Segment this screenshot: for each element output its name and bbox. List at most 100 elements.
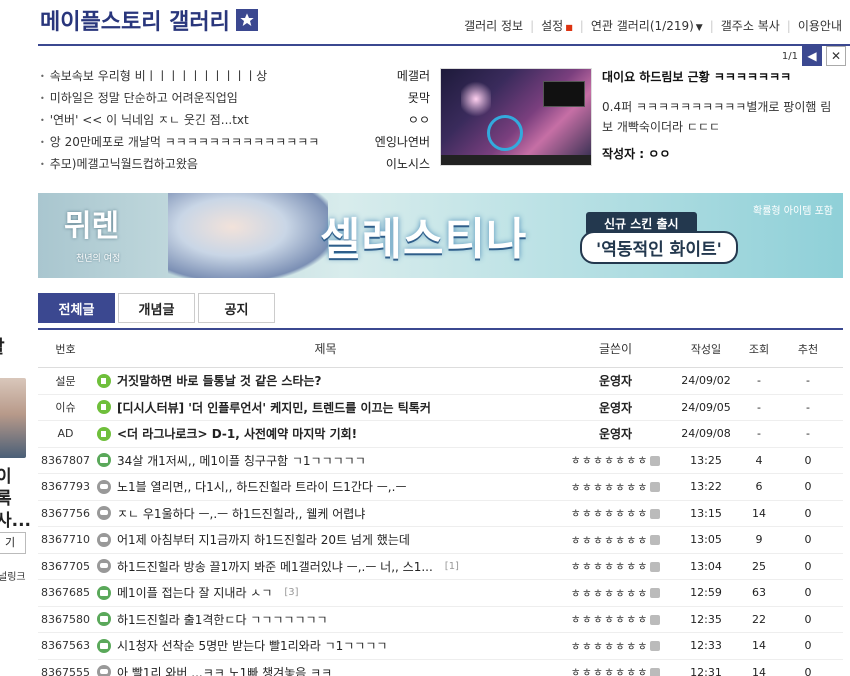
post-writer[interactable]: ㅎㅎㅎㅎㅎㅎㅎ	[558, 585, 673, 601]
post-writer[interactable]: ㅎㅎㅎㅎㅎㅎㅎ	[558, 532, 673, 548]
table-row[interactable]: 설문 거짓말하면 바로 들통날 것 같은 스타는? 운영자 24/09/02 - -	[38, 368, 843, 395]
post-recommend: 0	[804, 533, 812, 547]
gallery-title-wrap[interactable]: 메이플스토리 갤러리	[40, 4, 258, 36]
post-title-cell[interactable]: ㅈㄴ 우1울하다 ㅡ,.ㅡ 하1드진힐라,, 웰케 어렵냐	[93, 505, 558, 522]
featured-body[interactable]: 0.4퍼 ㅋㅋㅋㅋㅋㅋㅋㅋㅋㅋ별개로 팡이햄 림보 개빡숙이더라 ㄷㄷㄷ	[602, 97, 840, 137]
post-title-cell[interactable]: 하1드진힐라 방송 끌1까지 봐준 메1갤러있냐 ㅡ,.ㅡ 너,, 스1... […	[93, 558, 558, 575]
writer-name[interactable]: ㅎㅎㅎㅎㅎㅎㅎ	[571, 613, 649, 626]
nav-copy-address[interactable]: 갤주소 복사	[721, 17, 780, 34]
table-row[interactable]: 8367563 시1청자 선착순 5명만 받는다 빨1리와라 ㄱ1ㄱㄱㄱㄱ ㅎㅎㅎㅎ…	[38, 633, 843, 660]
table-row[interactable]: 8367555 아 빨1리 와버 ...ㅋㅋ 노1빠 챙겨놓음 ㅋㅋ ㅎㅎㅎㅎㅎㅎㅎ…	[38, 660, 843, 676]
post-title-cell[interactable]: 하1드진힐라 출1격한ㄷ다 ㄱㄱㄱㄱㄱㄱㄱ	[93, 611, 558, 628]
news-item[interactable]: 속보속보 우리형 비ㅣㅣㅣㅣㅣㅣㅣㅣㅣㅣ상 메갤러	[38, 64, 430, 86]
post-title-cell[interactable]: 어1제 아침부터 지1금까지 하1드진힐라 20트 넘게 했는데	[93, 531, 558, 548]
table-row[interactable]: 8367705 하1드진힐라 방송 끌1까지 봐준 메1갤러있냐 ㅡ,.ㅡ 너,,…	[38, 554, 843, 580]
member-badge-icon	[650, 455, 661, 466]
table-row[interactable]: AD <더 라그나로크> D-1, 사전예약 마지막 기회! 운영자 24/09/08…	[38, 421, 843, 448]
post-title[interactable]: <더 라그나로크> D-1, 사전예약 마지막 기회!	[117, 425, 357, 442]
gallery-title[interactable]: 메이플스토리 갤러리	[40, 4, 230, 36]
writer-name[interactable]: ㅎㅎㅎㅎㅎㅎㅎ	[571, 587, 649, 600]
writer-name[interactable]: ㅎㅎㅎㅎㅎㅎㅎ	[571, 481, 649, 494]
post-title[interactable]: ㅈㄴ 우1울하다 ㅡ,.ㅡ 하1드진힐라,, 웰케 어렵냐	[117, 505, 365, 522]
post-title[interactable]: 시1청자 선착순 5명만 받는다 빨1리와라 ㄱ1ㄱㄱㄱㄱ	[117, 637, 387, 654]
left-ad-photo	[0, 378, 26, 458]
post-recommend: -	[806, 427, 810, 441]
left-ad-button[interactable]: 기	[0, 532, 26, 554]
star-icon[interactable]	[235, 9, 258, 31]
table-row[interactable]: 8367685 메1이플 접는다 잘 지내라 ㅅㄱ [3] ㅎㅎㅎㅎㅎㅎㅎ 12:59 6…	[38, 580, 843, 607]
news-title[interactable]: '연버' << 이 닉네임 ㅈㄴ 웃긴 점...txt	[38, 111, 249, 128]
post-title-cell[interactable]: 노1블 열리면,, 다1시,, 하드진힐라 트라이 드1간다 ㅡ,.ㅡ	[93, 478, 558, 495]
post-title-cell[interactable]: 34살 개1저씨,, 메1이플 칭구구함 ㄱ1ㄱㄱㄱㄱㄱ	[93, 452, 558, 469]
tab-all[interactable]: 전체글	[38, 293, 115, 323]
news-title[interactable]: 추모)메갤고닉월드컵하고왔음	[38, 155, 198, 172]
table-row[interactable]: 8367756 ㅈㄴ 우1울하다 ㅡ,.ㅡ 하1드진힐라,, 웰케 어렵냐 ㅎㅎㅎㅎ…	[38, 501, 843, 527]
table-row[interactable]: 8367710 어1제 아침부터 지1금까지 하1드진힐라 20트 넘게 했는데 ㅎ…	[38, 527, 843, 554]
post-recommend: 0	[804, 612, 812, 626]
writer-name[interactable]: 운영자	[599, 427, 632, 441]
post-title[interactable]: 노1블 열리면,, 다1시,, 하드진힐라 트라이 드1간다 ㅡ,.ㅡ	[117, 478, 406, 495]
post-title[interactable]: 아 빨1리 와버 ...ㅋㅋ 노1빠 챙겨놓음 ㅋㅋ	[117, 664, 332, 676]
nav-guide[interactable]: 이용안내	[798, 17, 842, 34]
nav-divider: |	[709, 18, 714, 33]
writer-name[interactable]: 운영자	[599, 401, 632, 415]
news-writer: 못막	[407, 90, 430, 105]
writer-name[interactable]: ㅎㅎㅎㅎㅎㅎㅎ	[571, 666, 649, 676]
comment-count[interactable]: [1]	[445, 561, 459, 572]
post-title-cell[interactable]: 시1청자 선착순 5명만 받는다 빨1리와라 ㄱ1ㄱㄱㄱㄱ	[93, 637, 558, 654]
prev-arrow-icon[interactable]: ◀	[802, 46, 822, 66]
post-writer[interactable]: ㅎㅎㅎㅎㅎㅎㅎ	[558, 638, 673, 654]
writer-name[interactable]: ㅎㅎㅎㅎㅎㅎㅎ	[571, 507, 649, 520]
featured-thumbnail[interactable]	[440, 68, 592, 166]
banner-character-image	[168, 193, 328, 278]
left-ad-link[interactable]: 널링크	[0, 568, 26, 583]
post-title-cell[interactable]: <더 라그나로크> D-1, 사전예약 마지막 기회!	[93, 425, 558, 442]
ad-banner[interactable]: 뮈렌 천년의 여정 셀레스티나 신규 스킨 출시 '역동적인 화이트' 확률형 …	[38, 193, 843, 278]
writer-name[interactable]: 운영자	[599, 374, 632, 388]
post-title[interactable]: 어1제 아침부터 지1금까지 하1드진힐라 20트 넘게 했는데	[117, 531, 410, 548]
post-writer[interactable]: 운영자	[558, 425, 673, 442]
table-row[interactable]: 이슈 [디시人터뷰] '더 인플루언서' 케지민, 트렌드를 이끄는 틱톡커 운영자…	[38, 395, 843, 421]
post-title-cell[interactable]: [디시人터뷰] '더 인플루언서' 케지민, 트렌드를 이끄는 틱톡커	[93, 399, 558, 416]
post-title[interactable]: 34살 개1저씨,, 메1이플 칭구구함 ㄱ1ㄱㄱㄱㄱㄱ	[117, 452, 366, 469]
news-item[interactable]: 추모)메갤고닉월드컵하고왔음 이노시스	[38, 152, 430, 174]
news-title[interactable]: 앙 20만메포로 개날먹 ㅋㅋㅋㅋㅋㅋㅋㅋㅋㅋㅋㅋㅋㅋ	[38, 133, 320, 150]
post-title-cell[interactable]: 거짓말하면 바로 들통날 것 같은 스타는?	[93, 372, 558, 389]
table-row[interactable]: 8367807 34살 개1저씨,, 메1이플 칭구구함 ㄱ1ㄱㄱㄱㄱㄱ ㅎㅎㅎㅎㅎ…	[38, 448, 843, 474]
writer-name[interactable]: ㅎㅎㅎㅎㅎㅎㅎ	[571, 534, 649, 547]
post-title[interactable]: [디시人터뷰] '더 인플루언서' 케지민, 트렌드를 이끄는 틱톡커	[117, 399, 431, 416]
writer-name[interactable]: ㅎㅎㅎㅎㅎㅎㅎ	[571, 454, 649, 467]
close-icon[interactable]: ✕	[826, 46, 846, 66]
post-writer[interactable]: ㅎㅎㅎㅎㅎㅎㅎ	[558, 664, 673, 676]
post-title[interactable]: 메1이플 접는다 잘 지내라 ㅅㄱ	[117, 584, 272, 601]
table-row[interactable]: 8367793 노1블 열리면,, 다1시,, 하드진힐라 트라이 드1간다 ㅡ,…	[38, 474, 843, 501]
writer-name[interactable]: ㅎㅎㅎㅎㅎㅎㅎ	[571, 560, 649, 573]
post-title[interactable]: 거짓말하면 바로 들통날 것 같은 스타는?	[117, 372, 322, 389]
news-item[interactable]: 미하일은 정말 단순하고 어려운직업임 못막	[38, 86, 430, 108]
post-writer[interactable]: ㅎㅎㅎㅎㅎㅎㅎ	[558, 452, 673, 468]
table-row[interactable]: 8367580 하1드진힐라 출1격한ㄷ다 ㄱㄱㄱㄱㄱㄱㄱ ㅎㅎㅎㅎㅎㅎㅎ 12:35…	[38, 607, 843, 633]
post-title-cell[interactable]: 메1이플 접는다 잘 지내라 ㅅㄱ [3]	[93, 584, 558, 601]
news-title[interactable]: 미하일은 정말 단순하고 어려운직업임	[38, 89, 238, 106]
post-title[interactable]: 하1드진힐라 출1격한ㄷ다 ㄱㄱㄱㄱㄱㄱㄱ	[117, 611, 328, 628]
news-item[interactable]: 앙 20만메포로 개날먹 ㅋㅋㅋㅋㅋㅋㅋㅋㅋㅋㅋㅋㅋㅋ 엔잉나연버	[38, 130, 430, 152]
post-title[interactable]: 하1드진힐라 방송 끌1까지 봐준 메1갤러있냐 ㅡ,.ㅡ 너,, 스1...	[117, 558, 433, 575]
news-item[interactable]: '연버' << 이 닉네임 ㅈㄴ 웃긴 점...txt ㅇㅇ	[38, 108, 430, 130]
writer-name[interactable]: ㅎㅎㅎㅎㅎㅎㅎ	[571, 640, 649, 653]
comment-count[interactable]: [3]	[284, 587, 298, 598]
featured-title[interactable]: 대이요 하드림보 근황 ㅋㅋㅋㅋㅋㅋㅋ	[602, 68, 840, 85]
featured-post[interactable]: 대이요 하드림보 근황 ㅋㅋㅋㅋㅋㅋㅋ 0.4퍼 ㅋㅋㅋㅋㅋㅋㅋㅋㅋㅋ별개로 팡…	[602, 68, 840, 162]
post-writer[interactable]: ㅎㅎㅎㅎㅎㅎㅎ	[558, 479, 673, 495]
tab-recommended[interactable]: 개념글	[118, 293, 195, 323]
news-title[interactable]: 속보속보 우리형 비ㅣㅣㅣㅣㅣㅣㅣㅣㅣㅣ상	[38, 67, 267, 84]
nav-gallery-info[interactable]: 갤러리 정보	[464, 17, 523, 34]
post-title-cell[interactable]: 아 빨1리 와버 ...ㅋㅋ 노1빠 챙겨놓음 ㅋㅋ	[93, 664, 558, 676]
tab-notice[interactable]: 공지	[198, 293, 275, 323]
post-writer[interactable]: 운영자	[558, 399, 673, 416]
post-writer[interactable]: 운영자	[558, 372, 673, 389]
nav-settings[interactable]: 설정 ■	[541, 17, 573, 34]
nav-related-gallery[interactable]: 연관 갤러리(1/219) ▼	[591, 17, 703, 34]
post-writer[interactable]: ㅎㅎㅎㅎㅎㅎㅎ	[558, 505, 673, 521]
post-writer[interactable]: ㅎㅎㅎㅎㅎㅎㅎ	[558, 558, 673, 574]
post-writer[interactable]: ㅎㅎㅎㅎㅎㅎㅎ	[558, 611, 673, 627]
